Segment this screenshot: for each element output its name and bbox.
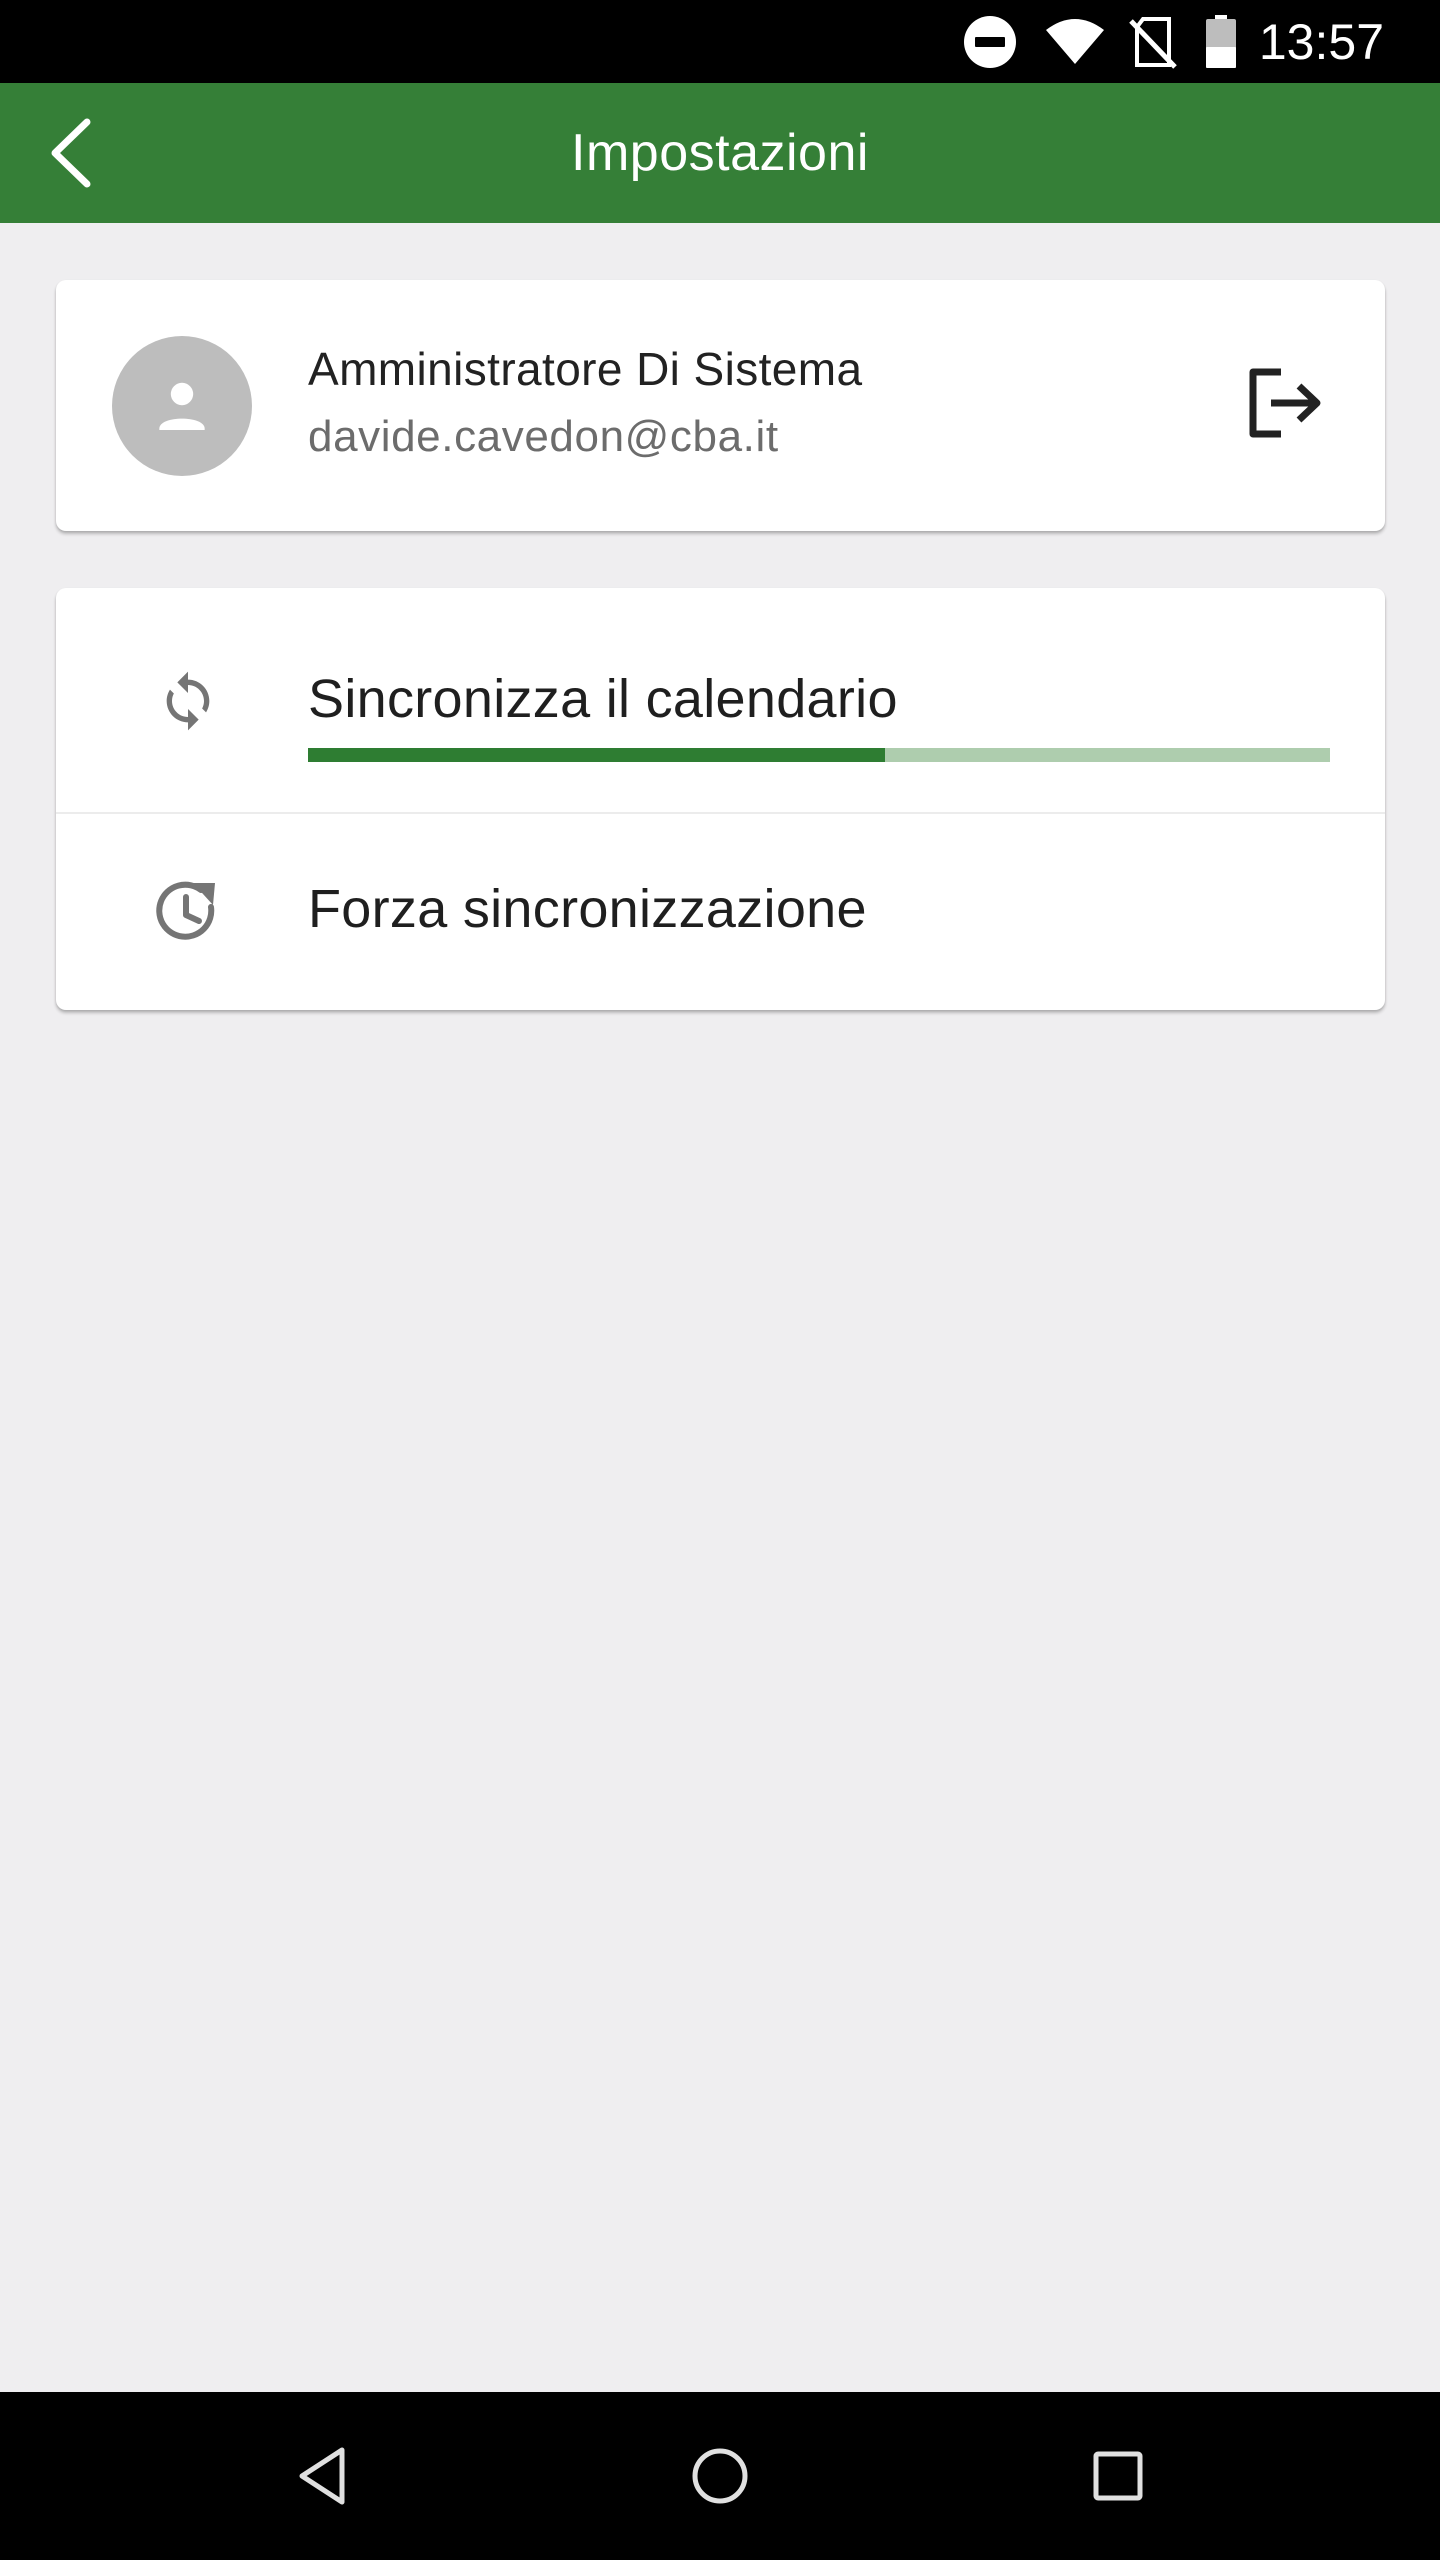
force-sync-label: Forza sincronizzazione [308, 879, 867, 939]
home-circle-icon [692, 2448, 748, 2504]
profile-email: davide.cavedon@cba.it [308, 412, 779, 461]
nav-home-button[interactable] [670, 2426, 770, 2526]
logout-icon [1249, 368, 1321, 438]
force-sync-item[interactable]: Forza sincronizzazione [56, 814, 1385, 1010]
wifi-icon [1045, 18, 1105, 66]
app-bar: Impostazioni [0, 83, 1440, 223]
status-icons: 13:57 [963, 0, 1440, 83]
back-triangle-icon [299, 2447, 345, 2505]
page-title: Impostazioni [571, 124, 869, 182]
sync-progress-bar [308, 748, 1330, 762]
person-icon [159, 382, 205, 430]
no-sim-icon [1129, 15, 1177, 69]
back-button[interactable] [30, 111, 114, 195]
logout-button[interactable] [1235, 353, 1335, 453]
avatar [112, 336, 252, 476]
sync-icon [148, 661, 228, 741]
do-not-disturb-icon [963, 15, 1017, 69]
sync-calendar-item[interactable]: Sincronizza il calendario [56, 588, 1385, 814]
nav-back-button[interactable] [272, 2426, 372, 2526]
status-bar: 13:57 [0, 0, 1440, 83]
profile-card: Amministratore Di Sistema davide.cavedon… [56, 280, 1385, 531]
chevron-left-icon [51, 118, 91, 188]
sync-progress-fill [308, 748, 886, 762]
history-refresh-icon [148, 872, 228, 952]
sync-card: Sincronizza il calendario Forza sincroni… [56, 588, 1385, 1010]
nav-recents-button[interactable] [1068, 2426, 1168, 2526]
system-nav-bar [0, 2392, 1440, 2560]
recents-square-icon [1093, 2451, 1143, 2501]
profile-name: Amministratore Di Sistema [308, 343, 863, 395]
status-time: 13:57 [1258, 13, 1384, 70]
sync-calendar-label: Sincronizza il calendario [308, 669, 898, 729]
battery-icon [1205, 14, 1237, 69]
